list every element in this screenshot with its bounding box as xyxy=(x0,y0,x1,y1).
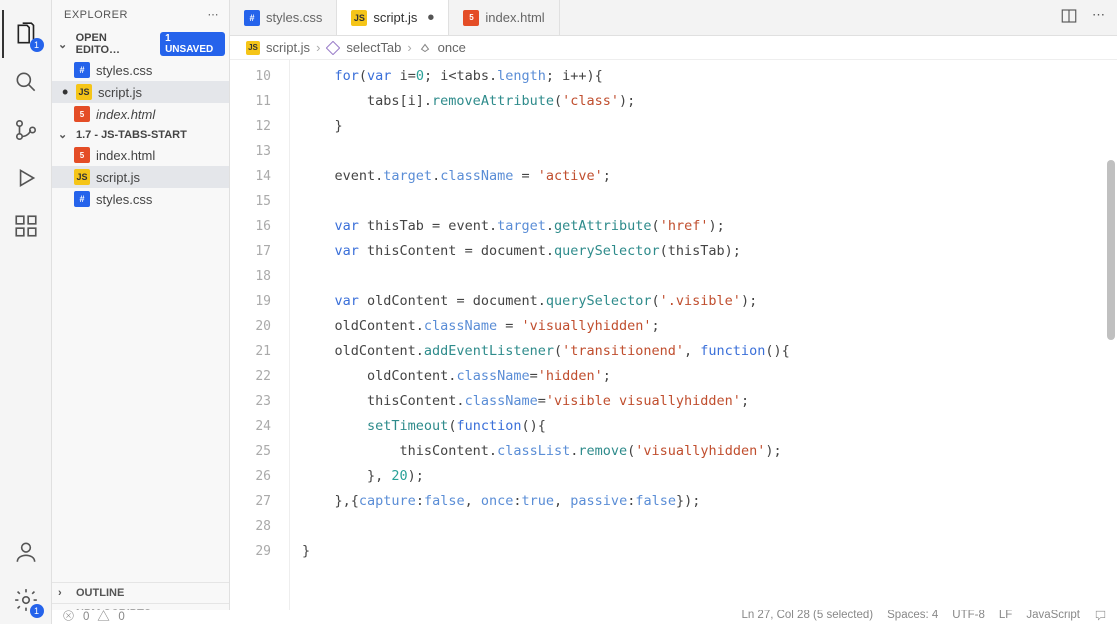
file-name: script.js xyxy=(98,85,142,100)
indentation-status[interactable]: Spaces: 4 xyxy=(887,610,938,624)
property-icon xyxy=(418,41,432,55)
cursor-position[interactable]: Ln 27, Col 28 (5 selected) xyxy=(741,610,873,624)
css-file-icon: # xyxy=(244,10,260,26)
sidebar-title: EXPLORER xyxy=(64,9,208,21)
breadcrumb-separator-icon: › xyxy=(407,40,411,55)
vertical-scrollbar[interactable] xyxy=(1105,60,1117,624)
open-editors-header[interactable]: ⌄ OPEN EDITO… 1 UNSAVED xyxy=(52,29,229,59)
open-editor-item[interactable]: # styles.css xyxy=(52,59,229,81)
project-file-item[interactable]: 5 index.html xyxy=(52,144,229,166)
error-icon[interactable] xyxy=(62,610,75,624)
tab-styles-css[interactable]: # styles.css xyxy=(230,0,337,35)
sidebar-more-icon[interactable]: ⋯ xyxy=(208,8,220,21)
feedback-icon[interactable] xyxy=(1094,610,1107,624)
line-number-gutter: 1011121314151617181920212223242526272829 xyxy=(230,60,290,624)
more-actions-icon[interactable]: ⋯ xyxy=(1092,7,1105,28)
file-name: styles.css xyxy=(96,63,152,78)
tab-index-html[interactable]: 5 index.html xyxy=(449,0,559,35)
activity-scm-icon[interactable] xyxy=(2,106,50,154)
method-icon xyxy=(326,41,340,55)
tab-label: styles.css xyxy=(266,10,322,25)
css-file-icon: # xyxy=(74,62,90,78)
breadcrumb-file[interactable]: script.js xyxy=(266,40,310,55)
scrollbar-thumb[interactable] xyxy=(1107,160,1115,340)
outline-label: OUTLINE xyxy=(76,587,124,599)
tab-label: index.html xyxy=(485,10,544,25)
html-file-icon: 5 xyxy=(74,106,90,122)
activity-search-icon[interactable] xyxy=(2,58,50,106)
file-name: styles.css xyxy=(96,192,152,207)
project-header[interactable]: ⌄ 1.7 - JS-TABS-START xyxy=(52,125,229,144)
activity-extensions-icon[interactable] xyxy=(2,202,50,250)
js-file-icon: JS xyxy=(74,169,90,185)
activity-explorer-icon[interactable]: 1 xyxy=(2,10,50,58)
settings-badge: 1 xyxy=(30,604,44,618)
chevron-right-icon: › xyxy=(58,587,72,599)
code-editor[interactable]: for(var i=0; i<tabs.length; i++){ tabs[i… xyxy=(290,60,1117,624)
open-editor-item[interactable]: • JS script.js xyxy=(52,81,229,103)
breadcrumb-separator-icon: › xyxy=(316,40,320,55)
breadcrumb-symbol[interactable]: once xyxy=(438,40,466,55)
outline-header[interactable]: › OUTLINE xyxy=(52,582,229,603)
language-status[interactable]: JavaScript xyxy=(1026,610,1080,624)
unsaved-badge: 1 UNSAVED xyxy=(160,32,225,56)
file-name: index.html xyxy=(96,107,155,122)
js-file-icon: JS xyxy=(76,84,92,100)
chevron-down-icon: ⌄ xyxy=(58,38,72,51)
css-file-icon: # xyxy=(74,191,90,207)
project-file-item[interactable]: # styles.css xyxy=(52,188,229,210)
breadcrumb-symbol[interactable]: selectTab xyxy=(346,40,401,55)
activity-settings-icon[interactable]: 1 xyxy=(2,576,50,624)
open-editors-label: OPEN EDITO… xyxy=(76,32,152,56)
js-file-icon: JS xyxy=(351,10,367,26)
file-name: index.html xyxy=(96,148,155,163)
error-count: 0 xyxy=(83,611,89,623)
chevron-down-icon: ⌄ xyxy=(58,128,72,141)
split-editor-icon[interactable] xyxy=(1060,7,1078,28)
tab-script-js[interactable]: JS script.js • xyxy=(337,0,449,35)
js-file-icon: JS xyxy=(246,41,260,55)
warning-count: 0 xyxy=(118,611,124,623)
warning-icon[interactable] xyxy=(97,610,110,624)
html-file-icon: 5 xyxy=(463,10,479,26)
eol-status[interactable]: LF xyxy=(999,610,1012,624)
encoding-status[interactable]: UTF-8 xyxy=(952,610,985,624)
open-editors-list: # styles.css • JS script.js 5 index.html xyxy=(52,59,229,125)
activity-debug-icon[interactable] xyxy=(2,154,50,202)
open-editor-item[interactable]: 5 index.html xyxy=(52,103,229,125)
project-label: 1.7 - JS-TABS-START xyxy=(76,129,187,141)
file-name: script.js xyxy=(96,170,140,185)
tab-label: script.js xyxy=(373,10,417,25)
html-file-icon: 5 xyxy=(74,147,90,163)
project-files-list: 5 index.html JS script.js # styles.css xyxy=(52,144,229,210)
explorer-badge: 1 xyxy=(30,38,44,52)
project-file-item[interactable]: JS script.js xyxy=(52,166,229,188)
activity-account-icon[interactable] xyxy=(2,528,50,576)
